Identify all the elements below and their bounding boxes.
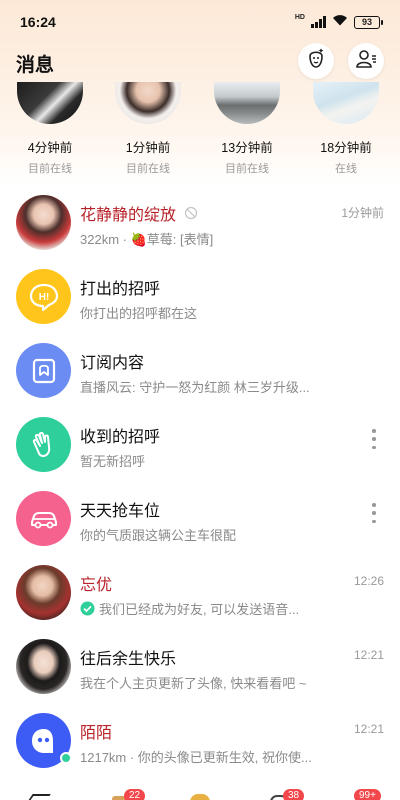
online-user-time: 18分钟前 xyxy=(320,141,372,155)
message-list: 花静静的绽放 322km · 🍓草莓: [表情] 1分钟前 H! 打出的招呼 你… xyxy=(0,187,400,779)
online-user-status: 目前在线 xyxy=(225,163,269,175)
greetings-received-row[interactable]: 收到的招呼 暂无新招呼 xyxy=(0,409,400,483)
nav-badge: 22 xyxy=(124,789,146,800)
visitor-button[interactable] xyxy=(298,43,334,79)
more-options-icon[interactable] xyxy=(372,503,376,523)
row-subtitle: 暂无新招呼 xyxy=(80,454,146,469)
message-preview-text: 我们已经成为好友, 可以发送语音... xyxy=(99,602,300,617)
contact-name: 陌陌 xyxy=(80,725,113,742)
battery-icon: 93 xyxy=(354,15,383,29)
message-time: 12:26 xyxy=(353,574,384,588)
online-user[interactable]: 13分钟前 目前在线 xyxy=(202,82,292,176)
contact-name: 花静静的绽放 xyxy=(80,201,198,225)
online-user[interactable]: 18分钟前 在线 xyxy=(301,82,391,176)
online-user-avatar xyxy=(313,82,379,124)
contact-name: 忘优 xyxy=(80,577,113,594)
online-dot-icon xyxy=(60,752,72,764)
message-preview: 我们已经成为好友, 可以发送语音... xyxy=(80,599,299,618)
online-user-time: 1分钟前 xyxy=(125,141,171,155)
online-user[interactable]: 1分钟前 目前在线 xyxy=(103,82,193,176)
momo-logo-icon xyxy=(16,713,72,768)
row-title: 天天抢车位 xyxy=(80,503,161,520)
signal-icon xyxy=(311,16,326,28)
nav-discover-icon[interactable] xyxy=(190,794,210,800)
status-bar: 16:24 HD 93 xyxy=(0,0,400,44)
message-row[interactable]: 忘优 我们已经成为好友, 可以发送语音... 12:26 xyxy=(0,557,400,631)
nav-home-icon[interactable] xyxy=(27,794,51,800)
online-user-status: 目前在线 xyxy=(28,163,72,175)
online-user-avatar xyxy=(17,82,83,124)
status-time: 16:24 xyxy=(20,14,56,30)
contacts-button[interactable] xyxy=(348,43,384,79)
row-subtitle: 你打出的招呼都在这 xyxy=(80,306,198,321)
message-time: 12:21 xyxy=(353,648,384,662)
message-preview: 322km · 🍓草莓: [表情] xyxy=(80,232,214,247)
online-user-avatar xyxy=(115,82,181,124)
online-user-status: 在线 xyxy=(335,163,357,175)
wave-hand-icon xyxy=(16,417,71,472)
contact-name: 往后余生快乐 xyxy=(80,651,177,668)
message-preview: 我在个人主页更新了头像, 快来看看吧 ~ xyxy=(80,676,307,691)
greetings-sent-row[interactable]: H! 打出的招呼 你打出的招呼都在这 xyxy=(0,261,400,335)
status-icons: HD 93 xyxy=(294,13,383,31)
more-options-icon[interactable] xyxy=(372,429,376,449)
greet-icon-text: H! xyxy=(38,292,49,303)
row-title: 收到的招呼 xyxy=(80,429,161,446)
message-row[interactable]: 花静静的绽放 322km · 🍓草莓: [表情] 1分钟前 xyxy=(0,187,400,261)
subscriptions-row[interactable]: 订阅内容 直播风云: 守护一怒为红颜 林三岁升级... xyxy=(0,335,400,409)
message-row-official[interactable]: 陌陌 1217km · 你的头像已更新生效, 祝你使... 12:21 xyxy=(0,705,400,779)
contacts-icon xyxy=(355,48,377,75)
face-icon xyxy=(305,48,327,75)
row-title: 订阅内容 xyxy=(80,355,145,372)
message-preview: 1217km · 你的头像已更新生效, 祝你使... xyxy=(80,750,312,765)
wifi-icon xyxy=(332,13,348,31)
row-subtitle: 你的气质跟这辆公主车很配 xyxy=(80,528,237,543)
user-avatar xyxy=(16,639,71,694)
greet-icon: H! xyxy=(16,269,71,324)
network-type: HD xyxy=(294,14,305,21)
online-user-status: 目前在线 xyxy=(126,163,170,175)
row-title: 打出的招呼 xyxy=(80,281,161,298)
online-users-strip: 4分钟前 目前在线 1分钟前 目前在线 13分钟前 目前在线 18分钟前 在线 xyxy=(0,82,400,177)
check-icon xyxy=(80,601,95,616)
online-user-avatar xyxy=(214,82,280,124)
contact-name-text: 花静静的绽放 xyxy=(80,207,177,224)
battery-level: 93 xyxy=(361,17,372,27)
user-avatar xyxy=(16,195,71,250)
page-title: 消息 xyxy=(16,55,55,76)
user-avatar xyxy=(16,565,71,620)
online-user-time: 13分钟前 xyxy=(221,141,273,155)
message-time: 12:21 xyxy=(353,722,384,736)
message-row[interactable]: 往后余生快乐 我在个人主页更新了头像, 快来看看吧 ~ 12:21 xyxy=(0,631,400,705)
parking-game-row[interactable]: 天天抢车位 你的气质跟这辆公主车很配 xyxy=(0,483,400,557)
nav-badge: 99+ xyxy=(354,789,381,800)
bookmark-icon xyxy=(16,343,71,398)
row-subtitle: 直播风云: 守护一怒为红颜 林三岁升级... xyxy=(80,380,310,395)
online-user[interactable]: 4分钟前 目前在线 xyxy=(5,82,95,176)
car-icon xyxy=(16,491,71,546)
mute-icon xyxy=(184,206,198,225)
online-user-time: 4分钟前 xyxy=(27,141,73,155)
bottom-nav: 22 38 99+ xyxy=(0,786,400,800)
message-time: 1分钟前 xyxy=(341,206,384,220)
nav-badge: 38 xyxy=(283,789,305,800)
